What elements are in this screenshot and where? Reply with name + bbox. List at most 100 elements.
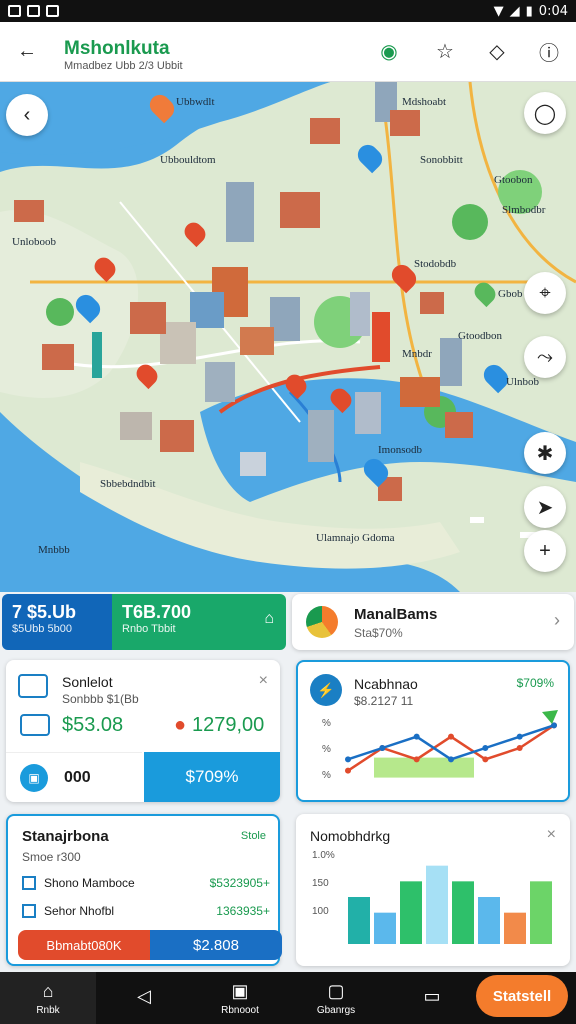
schedule-row: ▣ 000 [6, 752, 142, 802]
nav-changes[interactable]: ▢ Gbanrgs [288, 972, 384, 1024]
bar-chart [348, 865, 552, 944]
chart-bar [374, 912, 396, 944]
summary-right: T6B.700 Rnbo Tbbit ⌂ [112, 594, 286, 650]
grid-icon[interactable] [22, 904, 36, 918]
close-icon[interactable]: × [259, 672, 268, 690]
map-label: Gbob [498, 288, 523, 300]
map-label: Sbbebdndbit [100, 478, 156, 490]
bars-card[interactable]: Nomobhdrkg × 1.0% 150 100 [296, 814, 570, 966]
lock-icon: ⌂ [264, 610, 274, 627]
bus-icon [18, 674, 48, 698]
back-triangle-icon: ◁ [137, 986, 151, 1006]
recent-icon: ▭ [423, 986, 441, 1006]
info-icon[interactable]: ⓘ [534, 36, 564, 66]
navigate-icon[interactable]: ➤ [524, 486, 566, 528]
map-label: Gtoobon [494, 174, 533, 186]
notification-icons [8, 5, 59, 17]
app-bar: ← Mshonlkuta Mmadbez Ubb 2/3 Ubbit ◉ ☆ ◇… [0, 22, 576, 82]
chart-point [482, 745, 489, 751]
square-icon: ▢ [327, 980, 345, 1001]
stats-badge: Stole [240, 830, 266, 842]
schedule-value2: 1279,00 [192, 714, 265, 736]
manage-title: ManalBams [354, 606, 438, 623]
battery-icon: ▮ [525, 3, 533, 19]
chart-bar [530, 881, 552, 944]
nav-recent[interactable]: ▭ [384, 972, 480, 1024]
map-label: Ubbouldtom [160, 154, 216, 166]
wifi-icon: ▼ [493, 3, 504, 19]
summary-left: 7 $5.Ub $5Ubb 5b00 [2, 594, 112, 650]
stats-row1-value: $5323905+ [209, 876, 270, 890]
chart-point [413, 733, 420, 740]
notif-icon [27, 5, 40, 17]
settings-gear-icon[interactable]: ✱ [524, 432, 566, 474]
chart-bar [426, 865, 448, 944]
nav-label: Gbanrgs [316, 1004, 356, 1016]
chart-point [345, 767, 351, 774]
star-icon[interactable]: ☆ [430, 36, 460, 66]
back-arrow-icon[interactable]: ← [12, 36, 42, 66]
route-icon[interactable]: ⤳ [524, 336, 566, 378]
stats-row1-label: Shono Mamboce [44, 876, 135, 890]
ticket-icon [20, 714, 50, 736]
nav-home[interactable]: ⌂ Rnbk [0, 972, 96, 1024]
map-label: Mnbbb [38, 544, 70, 556]
map-label: Imonsodb [378, 444, 422, 456]
layers-icon[interactable]: ◯ [524, 92, 566, 134]
y-tick: 150 [312, 878, 329, 889]
stats-row: Shono Mamboce $5323905+ [22, 876, 270, 890]
stats-sub: Smoe r300 [22, 850, 81, 864]
close-icon[interactable]: × [547, 826, 556, 844]
stats-card[interactable]: Stanajrbona Smoe r300 Stole Shono Mamboc… [6, 814, 282, 966]
summary-right-sub: Rnbo Tbbit [122, 623, 176, 635]
checkbox-icon[interactable] [22, 876, 36, 890]
map-label: Mdshoabt [402, 96, 446, 108]
chart-bar [400, 881, 422, 944]
analytics-badge: $709% [516, 676, 554, 690]
shield-icon[interactable]: ◇ [482, 36, 512, 66]
schedule-title: Sonlelot [62, 674, 113, 690]
manage-card[interactable]: ManalBams Sta$70% › [292, 594, 574, 650]
nav-reports[interactable]: ▣ Rbnooot [192, 972, 288, 1024]
nav-label: Rnbk [36, 1004, 60, 1016]
stats-left-button[interactable]: Bbmabt080K [18, 930, 150, 960]
summary-left-value: 7 $5.Ub [12, 602, 77, 622]
summary-strip[interactable]: 7 $5.Ub $5Ubb 5b00 T6B.700 Rnbo Tbbit ⌂ [2, 594, 286, 650]
schedule-action-button[interactable]: $709% [144, 752, 280, 802]
chevron-right-icon[interactable]: › [554, 610, 560, 631]
stats-row: Sehor Nhofbl 1363935+ [22, 904, 270, 918]
chart-bar [504, 912, 526, 944]
manage-logo-icon [306, 606, 338, 638]
y-tick: % [322, 718, 331, 729]
status-time: 0:04 [538, 3, 568, 19]
notif-icon [46, 5, 59, 17]
stats-title: Stanajrbona [22, 828, 109, 845]
location-status-icon[interactable]: ◉ [374, 36, 404, 66]
city-map[interactable]: Ubbwdlt Ubbouldtom Mdshoabt Sonobbitt Gt… [0, 82, 576, 592]
map-back-icon[interactable]: ‹ [6, 94, 48, 136]
analytics-sub: $8.2127 11 [354, 694, 414, 708]
line-chart [345, 710, 558, 778]
card-icon: ▣ [20, 763, 48, 792]
manage-sub: Sta$70% [354, 626, 403, 640]
nav-back[interactable]: ◁ [96, 972, 192, 1024]
signal-icon: ◢ [509, 3, 520, 19]
chart-point [482, 756, 489, 763]
schedule-card[interactable]: Sonlelot Sonbbb $1(Bb × $53.08 ● 1279,00… [6, 660, 280, 802]
chart-point [413, 756, 420, 763]
start-button[interactable]: Statstell [476, 975, 568, 1017]
report-icon: ▣ [231, 980, 249, 1001]
app-title: Mshonlkuta [64, 38, 170, 59]
chart-point [379, 745, 386, 751]
map-label: Sonobbitt [420, 154, 463, 166]
analytics-title: Ncabhnao [354, 676, 418, 692]
schedule-row-label: 000 [64, 768, 91, 786]
y-tick: % [322, 770, 331, 781]
zoom-in-icon[interactable]: + [524, 530, 566, 572]
schedule-sub: Sonbbb $1(Bb [62, 692, 139, 706]
analytics-card[interactable]: ⚡ Ncabhnao $8.2127 11 $709% % % % [296, 660, 570, 802]
stats-right-button[interactable]: $2.808 [150, 930, 282, 960]
compass-icon[interactable]: ⌖ [524, 272, 566, 314]
map-label: Gtoodbon [458, 330, 502, 342]
stats-row2-value: 1363935+ [216, 904, 270, 918]
